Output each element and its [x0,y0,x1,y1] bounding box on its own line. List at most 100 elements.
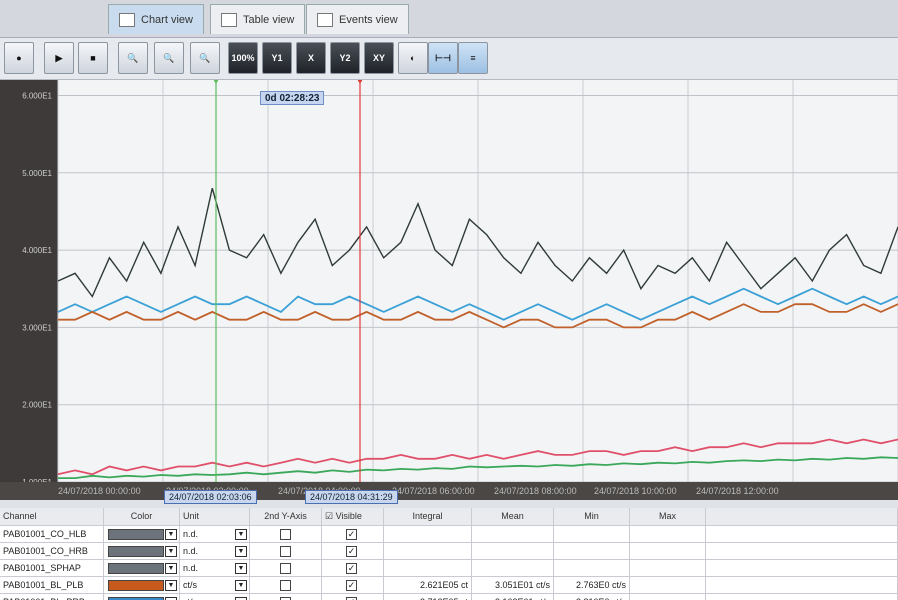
visible-checkbox[interactable]: ✓ [346,580,357,591]
zoom-out-button[interactable]: 🔍 [190,42,220,74]
integral-value [384,526,472,543]
unit-select[interactable]: n.d. ▼ [180,543,250,560]
zoom-in-button[interactable]: 🔍 [118,42,148,74]
channel-name: PAB01001_BL_PRB [0,594,104,600]
y-tick-label: 4.000E1 [22,246,52,255]
unit-select[interactable]: n.d. ▼ [180,526,250,543]
tab-events-view[interactable]: Events view [306,4,409,34]
second-axis-checkbox[interactable] [280,580,291,591]
visible-cell: ✓ [322,577,384,594]
tab-table-view[interactable]: Table view [210,4,306,34]
extra-cell [706,526,898,543]
play-button[interactable]: ▶ [44,42,74,74]
color-cell[interactable]: ▼ [104,594,180,600]
y-tick-label: 6.000E1 [22,91,52,100]
chevron-down-icon[interactable]: ▼ [165,529,177,540]
view-tabs: Chart view Table view Events view [0,0,898,38]
integral-value: 2.712E05 ct [384,594,472,600]
visible-checkbox[interactable]: ✓ [346,529,357,540]
zoom-100-button[interactable]: 100% [228,42,258,74]
chart-plot[interactable]: 6.000E15.000E14.000E13.000E12.000E11.000… [0,80,898,490]
column-header-max[interactable]: Max [630,508,706,525]
unit-value: n.d. [183,563,199,573]
visible-checkbox[interactable]: ✓ [346,546,357,557]
table-row[interactable]: PAB01001_BL_PLB ▼ ct/s ▼ ✓ 2.621E05 ct 3.051E0… [0,577,898,594]
y1-axis-icon: Y1 [271,53,283,63]
cursor-delta-label: 0d 02:28:23 [260,91,325,105]
contrast-button[interactable]: ◐ [398,42,428,74]
zoom-out-icon: 🔍 [199,52,211,63]
table-row[interactable]: PAB01001_CO_HLB ▼ n.d. ▼ ✓ [0,526,898,543]
y2-axis-button[interactable]: Y2 [330,42,360,74]
zoom-button[interactable]: 🔍 [154,42,184,74]
x-tick-label: 24/07/2018 12:00:00 [696,486,779,496]
column-header-more [706,508,898,525]
mean-value [472,526,554,543]
color-swatch[interactable] [108,580,164,591]
second-axis-checkbox[interactable] [280,529,291,540]
chevron-down-icon[interactable]: ▼ [235,546,247,557]
chevron-down-icon[interactable]: ▼ [235,563,247,574]
color-swatch[interactable] [108,546,164,557]
visible-cell: ✓ [322,526,384,543]
max-value [630,560,706,577]
unit-select[interactable]: n.d. ▼ [180,560,250,577]
column-header-channel[interactable]: Channel [0,508,104,525]
max-value [630,594,706,600]
y-tick-label: 3.000E1 [22,323,52,332]
cursor1-label[interactable]: 24/07/2018 02:03:06 [164,490,257,504]
y-tick-label: 2.000E1 [22,401,52,410]
second-axis-checkbox[interactable] [280,546,291,557]
x-tick-label: 24/07/2018 00:00:00 [58,486,141,496]
stop-button[interactable]: ■ [78,42,108,74]
chevron-down-icon[interactable]: ▼ [235,529,247,540]
table-view-icon [221,12,237,27]
column-header-min[interactable]: Min [554,508,630,525]
column-header-color[interactable]: Color [104,508,180,525]
channel-table: Channel Color Unit 2nd Y-Axis ☑ Visible … [0,508,898,600]
color-cell[interactable]: ▼ [104,577,180,594]
channel-name: PAB01001_CO_HLB [0,526,104,543]
min-value: 2.810E0 ct/s [554,594,630,600]
chevron-down-icon[interactable]: ▼ [235,580,247,591]
list-icon: ≡ [470,53,476,63]
chevron-down-icon[interactable]: ▼ [165,563,177,574]
color-swatch[interactable] [108,563,164,574]
color-swatch[interactable] [108,529,164,540]
second-axis-checkbox[interactable] [280,563,291,574]
all-axis-button[interactable]: XY [364,42,394,74]
cursor2-label[interactable]: 24/07/2018 04:31:29 [305,490,398,504]
unit-select[interactable]: ct/s▼ [180,594,250,600]
x-tick-label: 24/07/2018 08:00:00 [494,486,577,496]
cursor-button[interactable]: ⊢⊣ [428,42,458,74]
column-header-mean[interactable]: Mean [472,508,554,525]
color-cell[interactable]: ▼ [104,560,180,577]
column-header-2nd-axis[interactable]: 2nd Y-Axis [250,508,322,525]
extra-cell [706,594,898,600]
visible-cell: ✓ [322,560,384,577]
second-axis-cell [250,526,322,543]
min-value [554,526,630,543]
y2-axis-icon: Y2 [339,53,351,63]
channel-name: PAB01001_SPHAP [0,560,104,577]
zoom-icon: 🔍 [163,52,175,63]
record-button[interactable]: ● [4,42,34,74]
x-axis-button[interactable]: X [296,42,326,74]
table-row[interactable]: PAB01001_CO_HRB ▼ n.d. ▼ ✓ [0,543,898,560]
color-cell[interactable]: ▼ [104,526,180,543]
column-header-unit[interactable]: Unit [180,508,250,525]
column-header-integral[interactable]: Integral [384,508,472,525]
visible-checkbox[interactable]: ✓ [346,563,357,574]
max-value [630,526,706,543]
table-row[interactable]: PAB01001_SPHAP ▼ n.d. ▼ ✓ [0,560,898,577]
chevron-down-icon[interactable]: ▼ [165,580,177,591]
y1-axis-button[interactable]: Y1 [262,42,292,74]
table-row[interactable]: PAB01001_BL_PRB▼ct/s▼ ✓2.712E05 ct3.102E0… [0,594,898,600]
extra-cell [706,577,898,594]
color-cell[interactable]: ▼ [104,543,180,560]
tab-chart-view[interactable]: Chart view [108,4,204,34]
unit-select[interactable]: ct/s▼ [180,577,250,594]
column-header-visible[interactable]: ☑ Visible [322,508,384,525]
chevron-down-icon[interactable]: ▼ [165,546,177,557]
list-button[interactable]: ≡ [458,42,488,74]
